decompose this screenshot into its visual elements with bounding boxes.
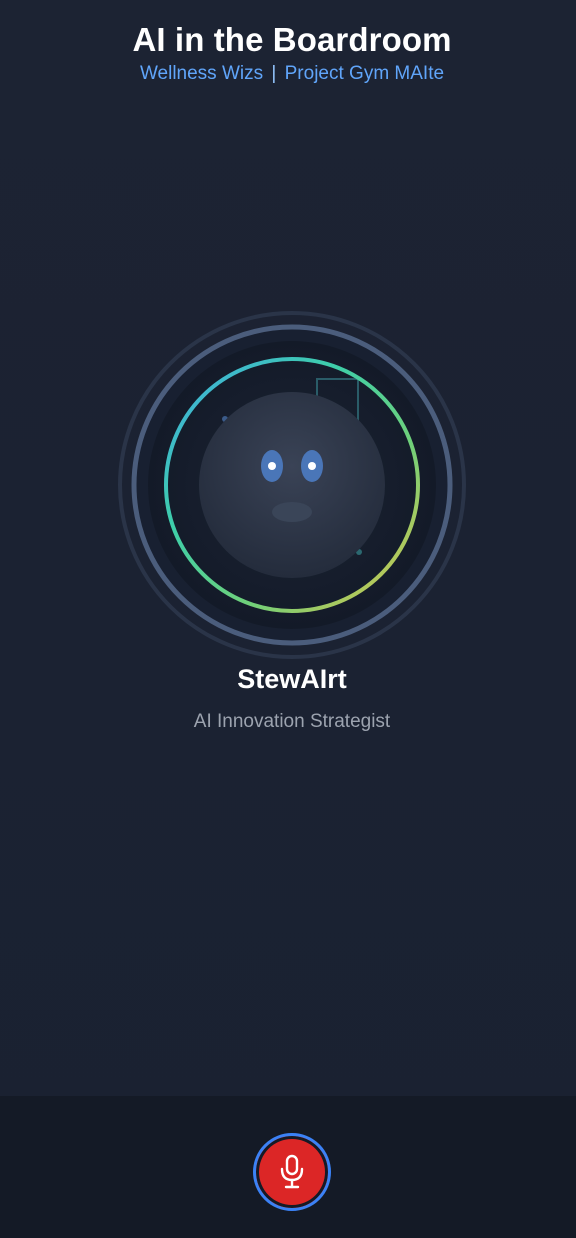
- microphone-button[interactable]: [253, 1133, 331, 1211]
- team-name: Wellness Wizs: [139, 63, 264, 84]
- mouth: [272, 502, 312, 522]
- right-pupil: [308, 462, 316, 470]
- project-name: Project Gym MAIte: [284, 63, 445, 84]
- agent-role: AI Innovation Strategist: [193, 711, 391, 732]
- robot-face-icon: [118, 311, 466, 659]
- robot-face: [199, 392, 385, 578]
- microphone-icon: [280, 1154, 304, 1189]
- footer-bar: [0, 1096, 576, 1238]
- app-screen: AI in the Boardroom Wellness Wizs | Proj…: [0, 0, 576, 1238]
- subtitle-separator: |: [271, 63, 277, 84]
- subtitle: Wellness Wizs | Project Gym MAIte: [0, 62, 576, 86]
- agent-avatar: [117, 311, 467, 661]
- left-pupil: [268, 462, 276, 470]
- agent-name: StewAIrt: [237, 664, 347, 694]
- page-title: AI in the Boardroom: [132, 21, 452, 58]
